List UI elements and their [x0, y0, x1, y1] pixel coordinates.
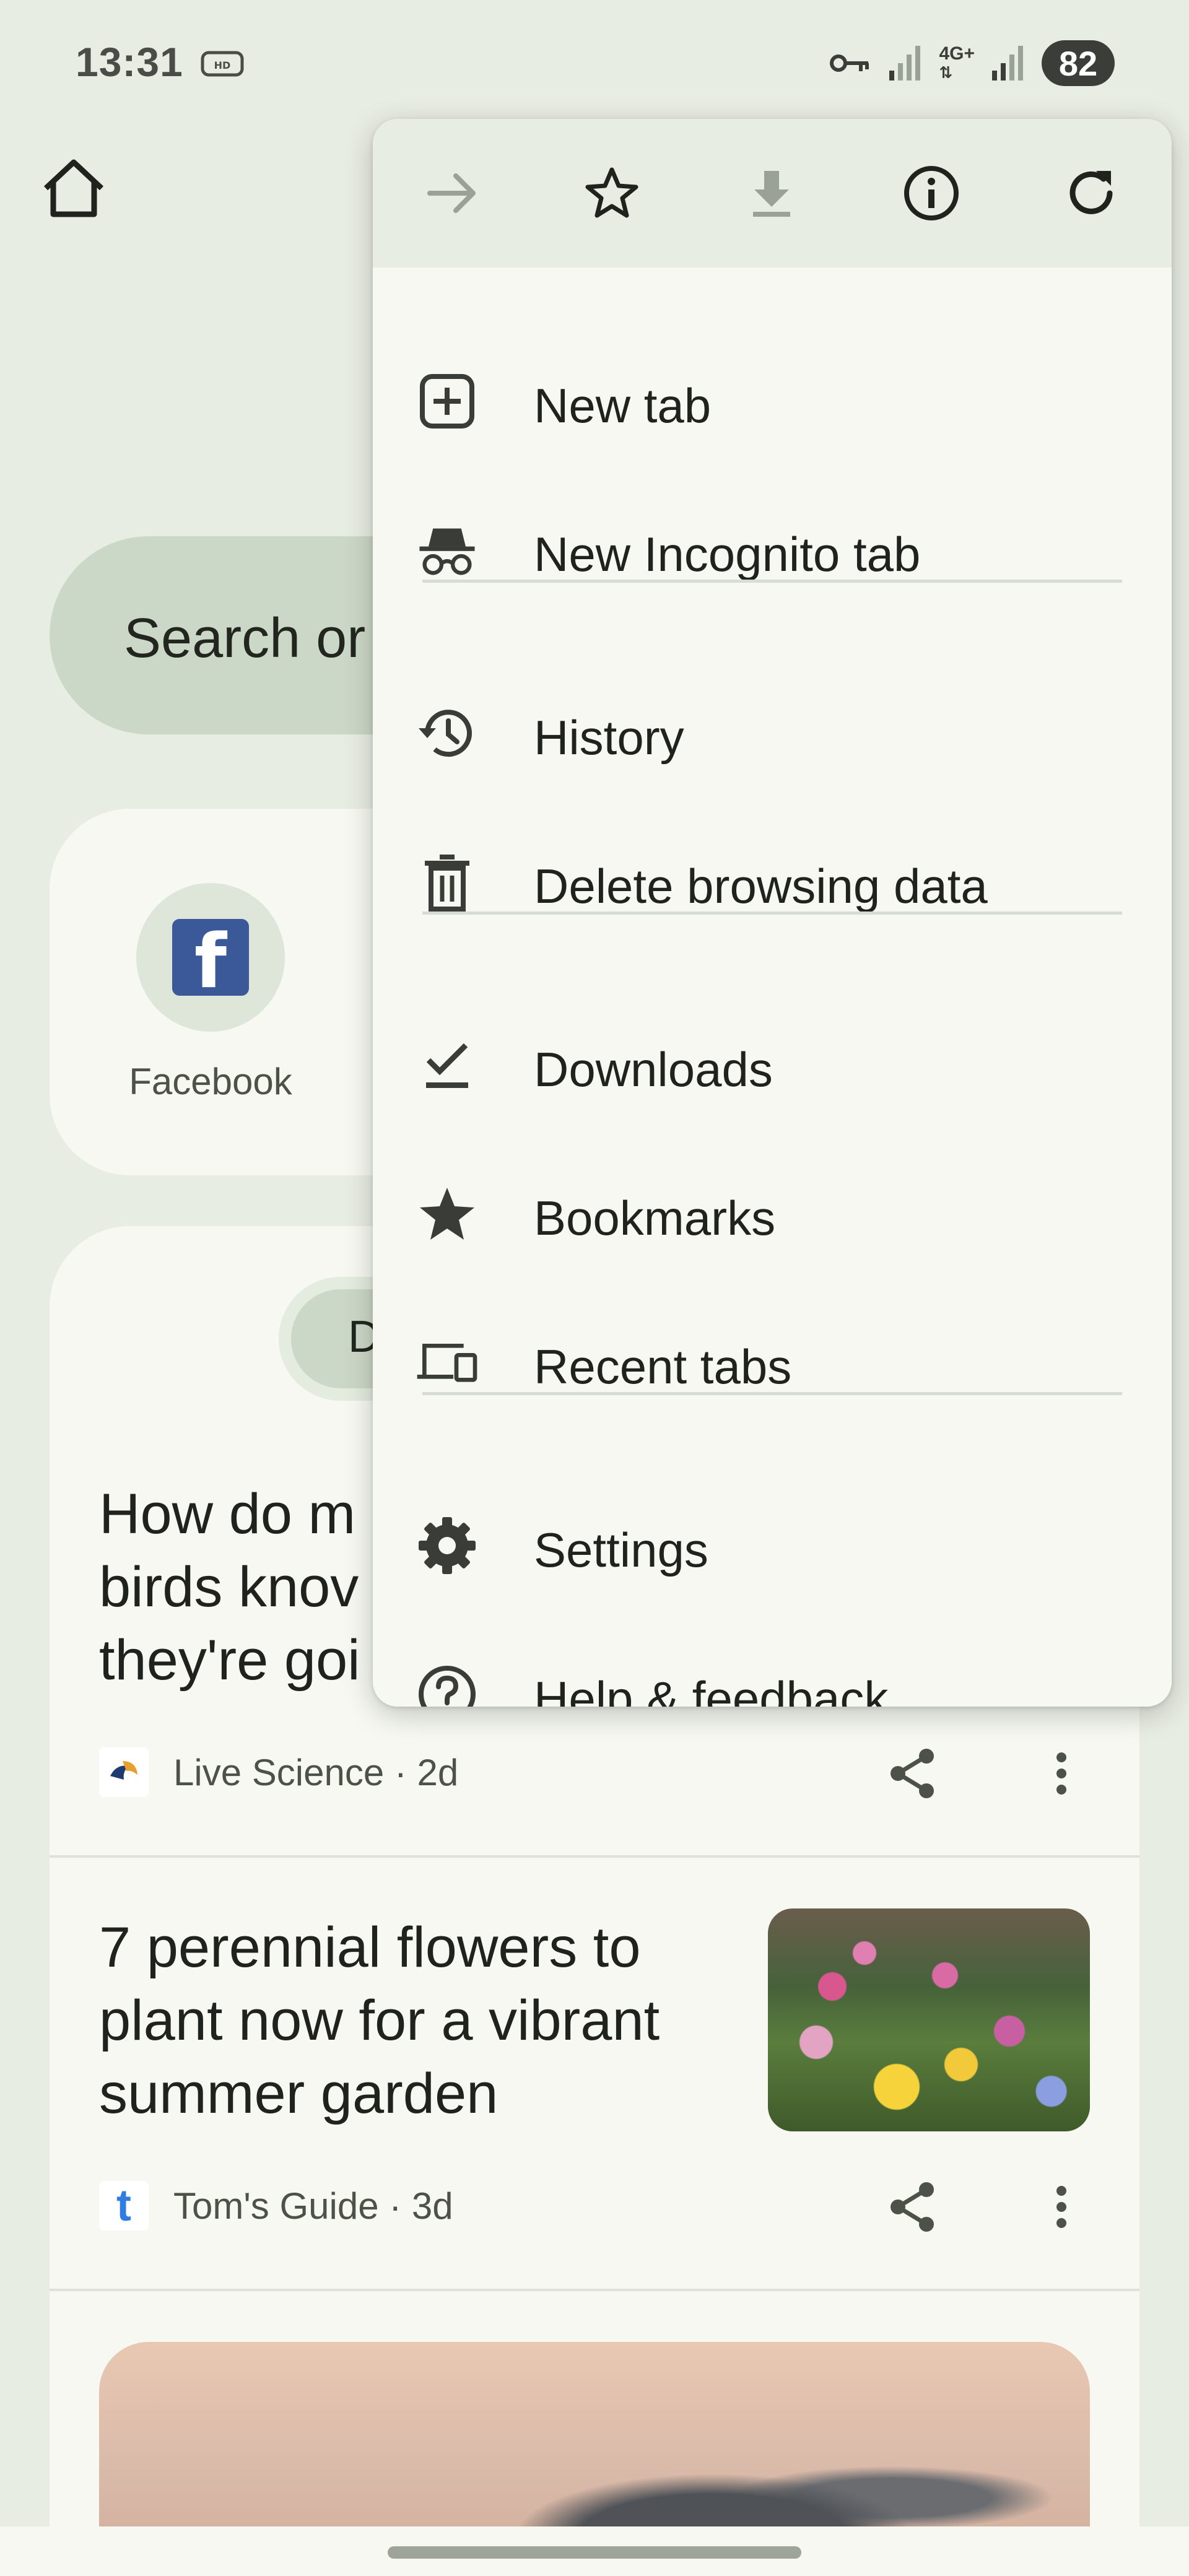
signal-icon-2 — [992, 46, 1023, 80]
reload-icon[interactable] — [1054, 156, 1128, 230]
share-icon[interactable] — [883, 2177, 943, 2237]
menu-item-help-feedback[interactable]: Help & feedback — [373, 1632, 1172, 1707]
status-icons: 4G+ ⇅ 82 — [829, 38, 1115, 88]
network-type: 4G+ ⇅ — [939, 43, 975, 82]
help-icon — [416, 1663, 478, 1707]
bookmark-star-icon — [416, 1183, 478, 1245]
feed-divider — [50, 2289, 1139, 2291]
toms-guide-logo-icon: t — [99, 2181, 149, 2230]
incognito-icon — [416, 519, 478, 581]
article-source: t Tom's Guide · 3d — [99, 2181, 453, 2230]
menu-item-new-incognito-tab[interactable]: New Incognito tab — [373, 488, 1172, 612]
history-icon — [416, 702, 478, 764]
download-icon[interactable] — [734, 156, 809, 230]
menu-item-bookmarks[interactable]: Bookmarks — [373, 1152, 1172, 1276]
gear-icon — [416, 1515, 478, 1577]
article-thumbnail[interactable] — [768, 1908, 1090, 2131]
menu-divider — [422, 580, 1122, 583]
facebook-logo-icon: f — [172, 919, 249, 996]
menu-item-downloads[interactable]: Downloads — [373, 1003, 1172, 1127]
feed-divider — [50, 1855, 1139, 1858]
menu-divider — [422, 912, 1122, 915]
menu-divider — [422, 1392, 1122, 1395]
shortcut-label: Facebook — [129, 1061, 292, 1102]
menu-item-delete-browsing-data[interactable]: Delete browsing data — [373, 820, 1172, 944]
vpn-key-icon — [830, 54, 869, 72]
live-science-logo-icon — [99, 1747, 149, 1797]
menu-item-recent-tabs[interactable]: Recent tabs — [373, 1300, 1172, 1424]
more-options-icon[interactable] — [1049, 2177, 1074, 2237]
battery-indicator: 82 — [1042, 40, 1115, 86]
svg-text:HD: HD — [214, 59, 231, 71]
add-box-icon — [416, 370, 478, 432]
search-placeholder: Search or — [124, 607, 366, 669]
share-icon[interactable] — [883, 1744, 943, 1803]
menu-item-new-tab[interactable]: New tab — [373, 339, 1172, 463]
menu-item-history[interactable]: History — [373, 671, 1172, 795]
more-options-icon[interactable] — [1049, 1744, 1074, 1803]
article-source: Live Science · 2d — [99, 1747, 458, 1797]
status-time: 13:31 — [76, 39, 183, 85]
devices-icon — [416, 1331, 478, 1393]
downloads-check-icon — [416, 1034, 478, 1096]
forward-icon[interactable] — [415, 156, 489, 230]
star-icon[interactable] — [575, 156, 649, 230]
overflow-menu: New tab New Incognito tab History Delete… — [373, 119, 1172, 1707]
trash-icon — [416, 851, 478, 913]
menu-item-settings[interactable]: Settings — [373, 1484, 1172, 1608]
article-title[interactable]: 7 perennial flowers to plant now for a v… — [99, 1911, 660, 2130]
article-title[interactable]: How do m birds knov they're goi — [99, 1477, 360, 1697]
signal-icon — [889, 46, 921, 80]
menu-action-bar — [373, 119, 1172, 268]
shortcut-facebook[interactable]: f — [136, 883, 285, 1032]
gesture-handle[interactable] — [388, 2546, 801, 2559]
home-icon[interactable] — [40, 155, 108, 223]
data-saver-icon: HD — [201, 51, 244, 77]
info-icon[interactable] — [894, 156, 969, 230]
